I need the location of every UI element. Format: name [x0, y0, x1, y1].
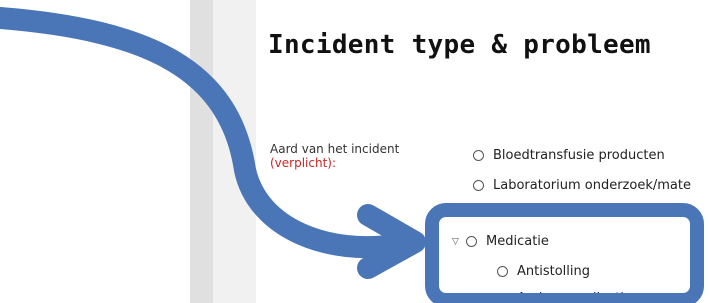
- page-title: Incident type & probleem: [268, 30, 651, 60]
- option-medicatie[interactable]: ▽ Medicatie: [452, 234, 549, 249]
- option-laboratorium[interactable]: Laboratorium onderzoek/mate: [473, 178, 691, 193]
- option-label: Antistolling: [517, 264, 590, 279]
- option-antistolling[interactable]: Antistolling: [497, 264, 590, 279]
- expand-triangle-icon[interactable]: ▽: [452, 237, 460, 247]
- incident-type-label-text: Aard van het incident: [270, 142, 400, 156]
- radio-button[interactable]: [497, 293, 508, 303]
- left-margin: [0, 0, 190, 303]
- option-andere-medicatie[interactable]: Andere medicatie: [497, 291, 632, 303]
- sidebar-strip: [190, 0, 213, 303]
- option-bloedtransfusie[interactable]: Bloedtransfusie producten: [473, 148, 665, 163]
- required-marker: (verplicht):: [270, 156, 337, 170]
- option-label: Medicatie: [486, 234, 549, 249]
- radio-button[interactable]: [497, 266, 508, 277]
- option-label: Bloedtransfusie producten: [493, 148, 665, 163]
- incident-type-label: Aard van het incident (verplicht):: [270, 142, 399, 170]
- sidebar-strip-inner: [213, 0, 256, 303]
- radio-button[interactable]: [473, 150, 484, 161]
- radio-button[interactable]: [473, 180, 484, 191]
- option-label: Laboratorium onderzoek/mate: [493, 178, 691, 193]
- radio-button[interactable]: [466, 236, 477, 247]
- option-label: Andere medicatie: [517, 291, 632, 303]
